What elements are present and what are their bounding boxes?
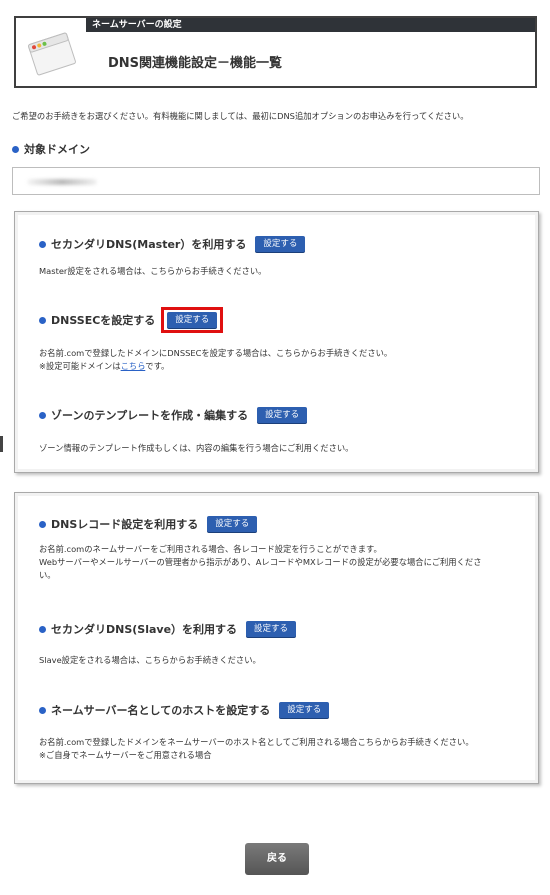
section-slave-desc: Slave設定をされる場合は、こちらからお手続きください。 xyxy=(39,655,261,665)
section-dns-record: DNSレコード設定を利用する 設定する xyxy=(39,516,258,533)
section-zone-desc: ゾーン情報のテンプレート作成もしくは、内容の編集を行う場合にご利用ください。 xyxy=(39,443,354,453)
page-title: DNS関連機能設定－機能一覧 xyxy=(108,56,283,71)
host-setup-button[interactable]: 設定する xyxy=(279,702,330,718)
dnssec-note-suffix: です。 xyxy=(145,361,170,371)
section-dnssec-title: DNSSECを設定する xyxy=(51,314,156,327)
bullet-dot-icon xyxy=(39,706,46,714)
redacted-domain-value xyxy=(27,179,97,185)
slave-setup-button[interactable]: 設定する xyxy=(246,621,297,637)
page-header: ネームサーバーの設定 DNS関連機能設定－機能一覧 xyxy=(14,16,537,88)
dns-record-button[interactable]: 設定する xyxy=(207,516,258,532)
dns-record-desc-line2: Webサーバーやメールサーバーの管理者から指示があり、AレコードやMXレコードの… xyxy=(39,557,482,567)
dnssec-setup-button[interactable]: 設定する xyxy=(167,312,218,328)
section-dns-record-title: DNSレコード設定を利用する xyxy=(51,518,199,531)
section-host-desc: お名前.comで登録したドメインをネームサーバーのホスト名としてご利用される場合… xyxy=(39,736,474,762)
edge-marker xyxy=(0,436,3,452)
intro-text: ご希望のお手続きをお選びください。有料機能に関しましては、最初にDNS追加オプシ… xyxy=(12,111,469,121)
dns-record-desc-line1: お名前.comのネームサーバーをご利用される場合、各レコード設定を行うことができ… xyxy=(39,544,382,554)
section-slave-title: セカンダリDNS(Slave）を利用する xyxy=(51,623,238,636)
section-slave: セカンダリDNS(Slave）を利用する 設定する xyxy=(39,621,297,638)
target-domain-field xyxy=(12,167,540,195)
section-dnssec-desc: お名前.comで登録したドメインにDNSSECを設定する場合は、こちらからお手続… xyxy=(39,347,392,373)
section-dnssec: DNSSECを設定する 設定する xyxy=(39,307,224,334)
section-dnssec-desc-line2: ※設定可能ドメインはこちらです。 xyxy=(39,360,392,373)
dnssec-note-prefix: ※設定可能ドメインは xyxy=(39,361,121,371)
domain-heading: 対象ドメイン xyxy=(12,141,90,157)
section-host-title: ネームサーバー名としてのホストを設定する xyxy=(51,704,271,717)
section-dns-record-desc: お名前.comのネームサーバーをご利用される場合、各レコード設定を行うことができ… xyxy=(39,543,482,582)
section-master: セカンダリDNS(Master）を利用する 設定する xyxy=(39,236,306,253)
section-zone: ゾーンのテンプレートを作成・編集する 設定する xyxy=(39,407,308,424)
bullet-dot-icon xyxy=(39,625,46,633)
section-master-title: セカンダリDNS(Master）を利用する xyxy=(51,238,247,251)
dnssec-button-highlight: 設定する xyxy=(161,307,224,333)
bullet-dot-icon xyxy=(12,145,19,153)
bullet-dot-icon xyxy=(39,316,46,324)
bullet-dot-icon xyxy=(39,520,46,528)
section-master-desc: Master設定をされる場合は、こちらからお手続きください。 xyxy=(39,266,267,276)
back-button[interactable]: 戻る xyxy=(245,843,309,875)
master-setup-button[interactable]: 設定する xyxy=(255,236,306,252)
feature-panel-1: セカンダリDNS(Master）を利用する 設定する Master設定をされる場合… xyxy=(14,211,539,473)
browser-window-icon xyxy=(22,26,82,82)
feature-panel-2: DNSレコード設定を利用する 設定する お名前.comのネームサーバーをご利用され… xyxy=(14,492,539,784)
host-desc-line1: お名前.comで登録したドメインをネームサーバーのホスト名としてご利用される場合… xyxy=(39,737,474,747)
section-host: ネームサーバー名としてのホストを設定する 設定する xyxy=(39,702,330,719)
section-zone-title: ゾーンのテンプレートを作成・編集する xyxy=(51,409,249,422)
header-category-label: ネームサーバーの設定 xyxy=(86,18,535,32)
dns-record-desc-line3: い。 xyxy=(39,570,56,580)
bullet-dot-icon xyxy=(39,411,46,419)
domain-heading-label: 対象ドメイン xyxy=(24,143,90,156)
bullet-dot-icon xyxy=(39,240,46,248)
supported-domains-link[interactable]: こちら xyxy=(121,361,146,371)
host-desc-line2: ※ご自身でネームサーバーをご用意される場合 xyxy=(39,750,212,760)
zone-template-button[interactable]: 設定する xyxy=(257,407,308,423)
section-dnssec-desc-line1: お名前.comで登録したドメインにDNSSECを設定する場合は、こちらからお手続… xyxy=(39,348,393,358)
